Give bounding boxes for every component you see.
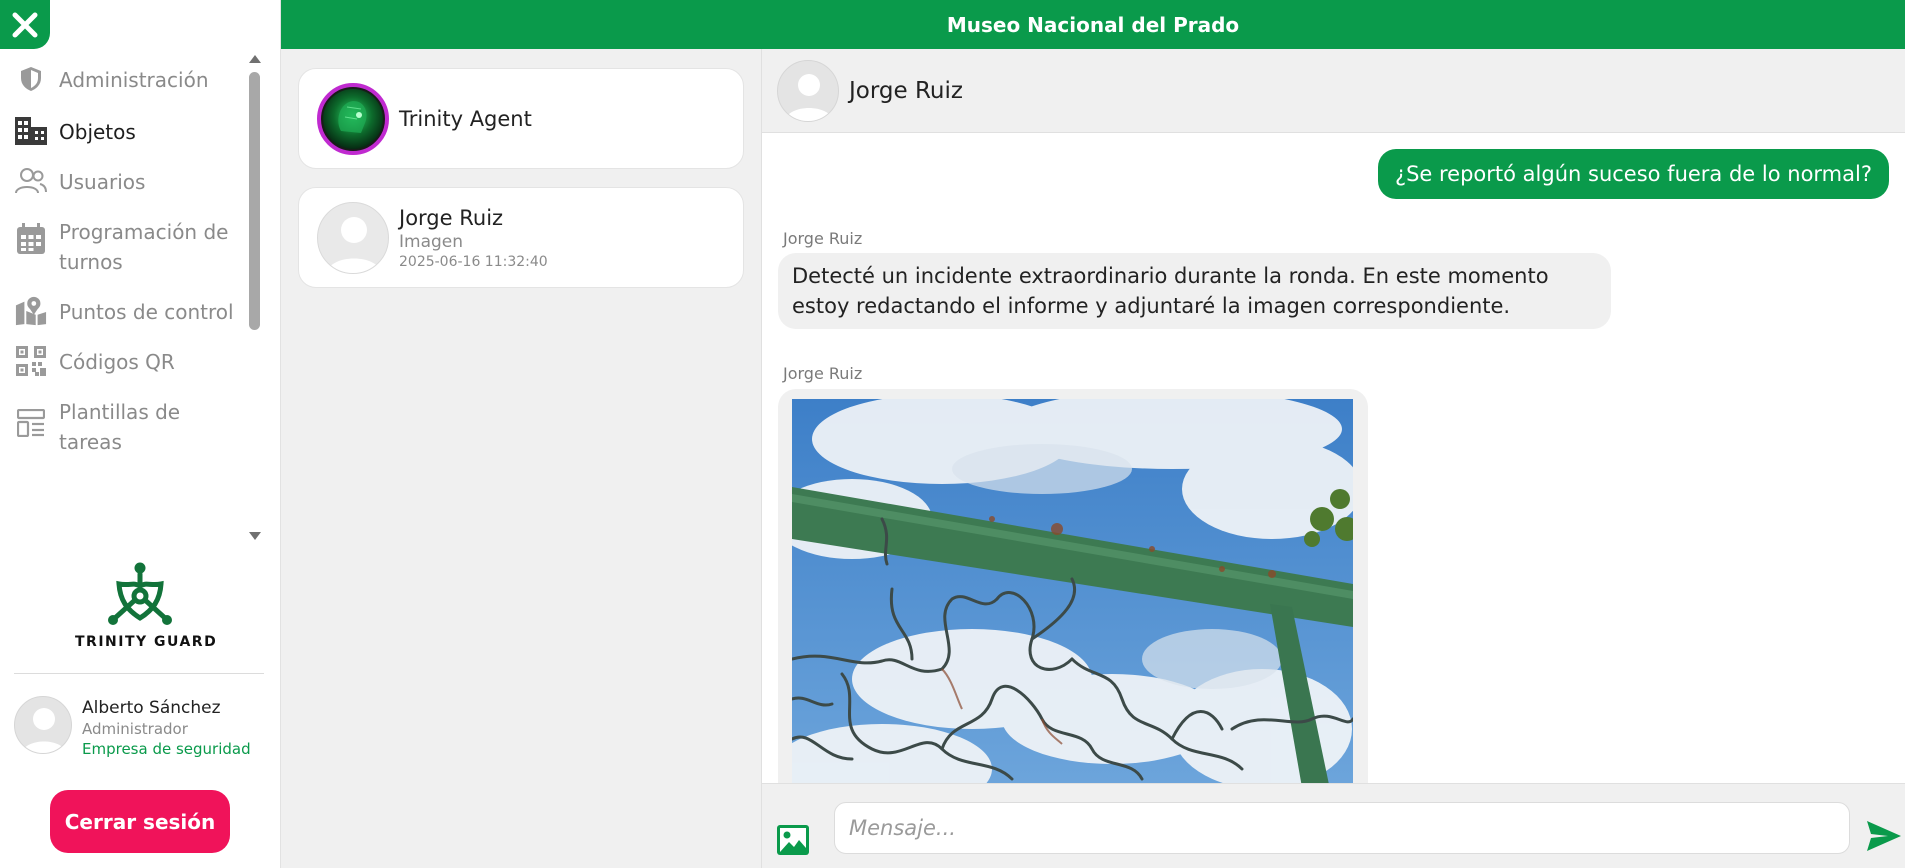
chat-item-text: Jorge Ruiz Imagen 2025-06-16 11:32:40 bbox=[399, 205, 548, 271]
avatar bbox=[777, 59, 839, 122]
template-icon bbox=[15, 407, 47, 439]
app-root: Administración Objetos Usuarios Programa… bbox=[0, 0, 1905, 868]
close-icon bbox=[12, 12, 38, 37]
user-placeholder-icon bbox=[784, 73, 834, 121]
sidebar-item-label: Administración bbox=[59, 68, 209, 92]
page-title: Museo Nacional del Prado bbox=[281, 0, 1905, 49]
incoming-message: Detecté un incidente extraordinario dura… bbox=[778, 253, 1611, 329]
shield-icon bbox=[15, 63, 47, 95]
sidebar-item-administracion[interactable]: Administración bbox=[0, 65, 250, 95]
avatar bbox=[14, 696, 72, 754]
chat-list: Trinity Agent Jorge Ruiz Imagen 2025-06-… bbox=[281, 49, 761, 868]
robot-head-icon bbox=[338, 100, 367, 133]
trinity-guard-logo: TRINITY GUARD bbox=[75, 560, 218, 650]
sidebar-item-label: Programación de turnos bbox=[59, 220, 229, 274]
sidebar-item-label: Usuarios bbox=[59, 170, 146, 194]
conversation-header: Jorge Ruiz bbox=[762, 49, 1905, 133]
sidebar-item-plantillas[interactable]: Plantillas de tareas bbox=[0, 397, 250, 457]
sidebar-item-usuarios[interactable]: Usuarios bbox=[0, 167, 250, 197]
agent-avatar bbox=[317, 82, 389, 155]
sidebar: Administración Objetos Usuarios Programa… bbox=[0, 0, 281, 868]
message-list: ¿Se reportó algún suceso fuera de lo nor… bbox=[762, 133, 1905, 783]
qr-code-icon bbox=[15, 345, 47, 377]
message-composer bbox=[762, 783, 1905, 868]
message-sender: Jorge Ruiz bbox=[783, 364, 863, 383]
chat-name: Trinity Agent bbox=[399, 106, 532, 131]
scroll-up-arrow[interactable] bbox=[248, 55, 262, 65]
scrollbar-thumb[interactable] bbox=[249, 72, 260, 330]
sidebar-item-puntos-control[interactable]: Puntos de control bbox=[0, 295, 250, 327]
sidebar-nav: Administración Objetos Usuarios Programa… bbox=[0, 53, 250, 543]
sidebar-item-label: Puntos de control bbox=[59, 300, 234, 324]
logo-text: TRINITY GUARD bbox=[75, 634, 218, 650]
building-icon bbox=[15, 115, 47, 147]
user-placeholder-icon bbox=[21, 708, 67, 753]
message-sender: Jorge Ruiz bbox=[783, 229, 863, 248]
users-icon bbox=[15, 165, 47, 197]
chat-last-message: Imagen bbox=[399, 231, 464, 252]
outgoing-message: ¿Se reportó algún suceso fuera de lo nor… bbox=[1377, 149, 1889, 199]
send-icon[interactable] bbox=[1866, 819, 1902, 853]
current-user: Alberto Sánchez Administrador Empresa de… bbox=[14, 696, 251, 759]
scroll-down-arrow[interactable] bbox=[248, 532, 262, 542]
user-placeholder-icon bbox=[326, 216, 382, 273]
sidebar-item-objetos[interactable]: Objetos bbox=[0, 117, 250, 147]
conversation-panel: Jorge Ruiz ¿Se reportó algún suceso fuer… bbox=[761, 49, 1905, 868]
map-pin-icon bbox=[15, 295, 47, 327]
chat-timestamp: 2025-06-16 11:32:40 bbox=[399, 253, 548, 270]
incoming-image-message[interactable] bbox=[778, 389, 1368, 783]
calendar-icon bbox=[15, 223, 47, 255]
avatar bbox=[317, 201, 389, 274]
attached-photo[interactable] bbox=[792, 399, 1353, 783]
user-company: Empresa de seguridad bbox=[82, 740, 251, 758]
close-sidebar-button[interactable] bbox=[0, 0, 50, 49]
chat-name: Jorge Ruiz bbox=[399, 205, 504, 230]
sidebar-item-label: Plantillas de tareas bbox=[59, 400, 181, 454]
trinity-guard-emblem-icon bbox=[108, 562, 172, 625]
chat-item-text: Trinity Agent bbox=[399, 106, 532, 132]
message-input[interactable] bbox=[834, 802, 1850, 854]
image-attach-icon[interactable] bbox=[776, 824, 810, 856]
sidebar-item-label: Objetos bbox=[59, 120, 136, 144]
sidebar-item-programacion[interactable]: Programación de turnos bbox=[0, 217, 250, 277]
chat-item-jorge-ruiz[interactable]: Jorge Ruiz Imagen 2025-06-16 11:32:40 bbox=[298, 187, 744, 288]
sidebar-divider bbox=[14, 673, 264, 674]
conversation-contact-name: Jorge Ruiz bbox=[849, 77, 963, 104]
chat-item-trinity-agent[interactable]: Trinity Agent bbox=[298, 68, 744, 169]
user-role: Administrador bbox=[82, 720, 188, 738]
user-name: Alberto Sánchez bbox=[82, 698, 221, 718]
user-info: Alberto Sánchez Administrador Empresa de… bbox=[82, 697, 251, 759]
sidebar-item-codigos-qr[interactable]: Códigos QR bbox=[0, 345, 250, 377]
sidebar-item-label: Códigos QR bbox=[59, 350, 175, 374]
logout-button[interactable]: Cerrar sesión bbox=[50, 790, 230, 853]
